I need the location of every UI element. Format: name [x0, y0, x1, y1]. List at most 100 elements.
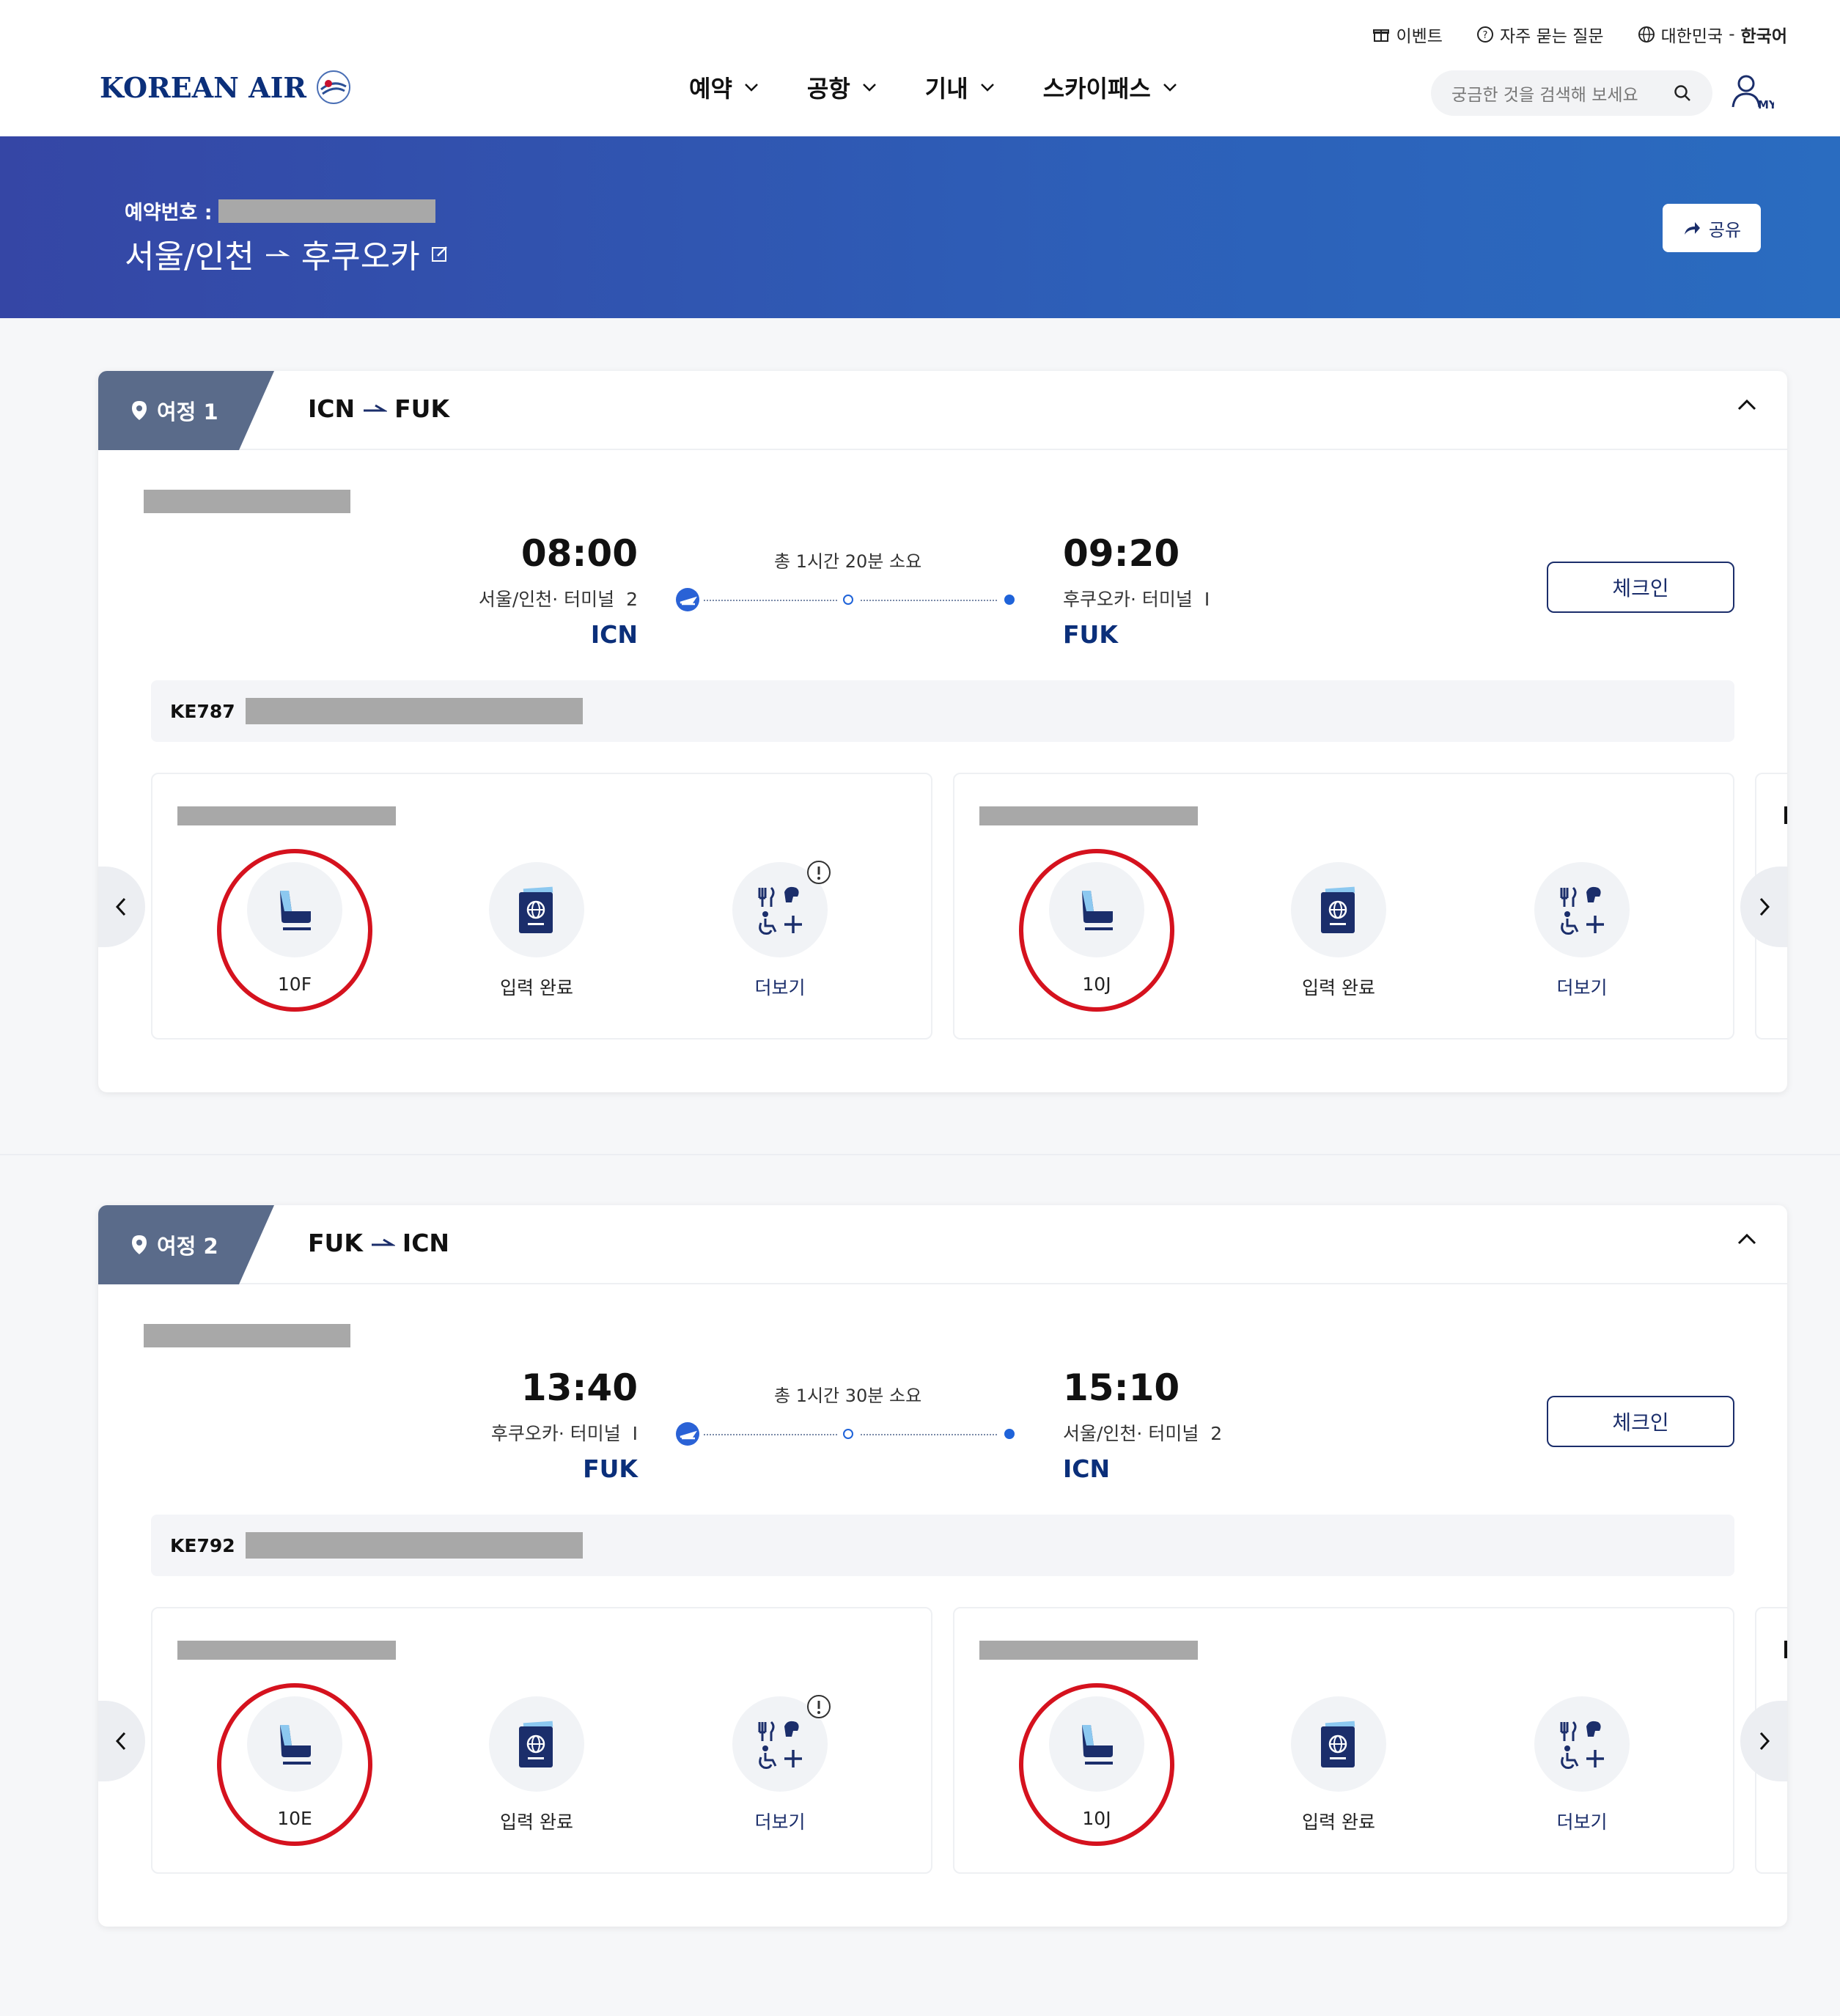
passport-icon	[519, 1721, 553, 1767]
passport-status: 입력 완료	[500, 1811, 573, 1833]
checkin-button[interactable]: 체크인	[1547, 562, 1734, 613]
passport-info[interactable]: 입력 완료	[463, 862, 610, 1000]
banner-origin: 서울/인천	[125, 238, 254, 276]
arrival-code: FUK	[1063, 620, 1118, 649]
reservation-number: 예약번호 :	[125, 196, 435, 225]
redacted-passenger-name	[979, 1641, 1198, 1660]
nav-skypass[interactable]: 스카이패스	[1043, 70, 1177, 104]
route-line	[704, 1434, 837, 1435]
user-icon: MY	[1732, 75, 1778, 111]
chevron-right-icon	[1759, 897, 1770, 916]
skyteam-emblem-icon	[316, 70, 350, 104]
more-label: 더보기	[1556, 977, 1608, 998]
passport-icon	[1321, 886, 1355, 933]
more-services[interactable]: 더보기	[707, 861, 853, 1000]
korean-air-logo[interactable]: KOREAN AIR	[100, 67, 353, 107]
search-placeholder: 궁금한 것을 검색해 보세요	[1451, 86, 1638, 105]
route-origin: ICN	[308, 394, 356, 423]
events-label: 이벤트	[1396, 27, 1443, 46]
more-icon-circle	[732, 1695, 831, 1792]
seat-selection[interactable]: 10F	[217, 849, 372, 1012]
language-selector[interactable]: 대한민국 - 한국어	[1638, 22, 1787, 47]
nav-booking[interactable]: 예약	[689, 70, 759, 104]
highlight-circle	[1019, 849, 1174, 1012]
region-label: 대한민국	[1660, 27, 1723, 46]
highlight-circle	[217, 849, 372, 1012]
passport-icon-circle	[489, 1696, 584, 1792]
faq-label: 자주 묻는 질문	[1499, 27, 1604, 46]
checkin-label: 체크인	[1612, 1410, 1669, 1435]
departure-place: 서울/인천· 터미널 2	[479, 585, 638, 611]
language-label: 한국어	[1740, 27, 1787, 46]
carousel-prev-button[interactable]	[98, 867, 145, 947]
passport-info[interactable]: 입력 완료	[463, 1696, 610, 1834]
chevron-up-icon[interactable]	[1736, 397, 1758, 412]
route-midpoint	[843, 595, 853, 605]
chevron-left-icon	[115, 1732, 126, 1751]
redacted-flight-info	[245, 698, 583, 724]
redacted-passenger-name	[177, 806, 396, 825]
seat-selection[interactable]: 10J	[1019, 849, 1174, 1012]
itinerary-card: 여정 2 FUK ICN 13:40 후쿠오카· 터미널 I FUK 총 1시간…	[98, 1205, 1787, 1927]
search-input[interactable]: 궁금한 것을 검색해 보세요	[1431, 70, 1712, 116]
search-icon[interactable]	[1673, 84, 1692, 103]
passport-status: 입력 완료	[1302, 977, 1375, 998]
itinerary-header[interactable]: 여정 1 ICN FUK	[98, 371, 1787, 450]
more-services[interactable]: 더보기	[1509, 1696, 1655, 1834]
alert-icon	[807, 861, 831, 884]
carousel-prev-button[interactable]	[98, 1701, 145, 1781]
seat-selection[interactable]: 10J	[1019, 1683, 1174, 1846]
arrival-place: 서울/인천· 터미널 2	[1063, 1419, 1222, 1446]
chevron-down-icon	[862, 84, 876, 92]
carousel-next-button[interactable]	[1740, 867, 1787, 947]
nav-airport[interactable]: 공항	[807, 70, 877, 104]
chevron-up-icon[interactable]	[1736, 1232, 1758, 1246]
arrival-place-name: 서울/인천· 터미널	[1063, 1423, 1199, 1444]
more-label: 더보기	[1556, 1811, 1608, 1833]
share-button[interactable]: 공유	[1663, 204, 1761, 252]
more-icon-circle	[1534, 1696, 1630, 1792]
my-label: MY	[1758, 98, 1774, 111]
main-nav: 예약 공항 기내 스카이패스	[689, 70, 1177, 104]
meal-assistance-extras-icon	[1560, 886, 1604, 935]
globe-icon	[1638, 26, 1655, 43]
share-label: 공유	[1708, 219, 1742, 240]
departure-code: FUK	[583, 1454, 638, 1483]
passenger-card: 10F 입력 완료 더보기	[151, 773, 932, 1040]
itinerary-header[interactable]: 여정 2 FUK ICN	[98, 1205, 1787, 1284]
passport-icon-circle	[1291, 862, 1386, 957]
redacted-passenger-name	[979, 806, 1198, 825]
faq-link[interactable]: ? 자주 묻는 질문	[1476, 22, 1604, 47]
more-label: 더보기	[754, 1811, 806, 1833]
passport-icon-circle	[1291, 1696, 1386, 1792]
flight-duration: 총 1시간 30분 소요	[774, 1386, 922, 1406]
arrival-terminal: I	[1204, 589, 1210, 610]
nav-booking-label: 예약	[689, 75, 732, 103]
nav-inflight-label: 기내	[924, 75, 968, 103]
departure-place-name: 후쿠오카· 터미널	[490, 1423, 621, 1444]
edit-icon[interactable]	[430, 244, 449, 263]
itinerary-tab: 여정 1	[98, 371, 274, 450]
checkin-button[interactable]: 체크인	[1547, 1396, 1734, 1447]
arrival-place: 후쿠오카· 터미널 I	[1063, 585, 1210, 611]
more-services[interactable]: 더보기	[1509, 862, 1655, 1000]
carousel-next-button[interactable]	[1740, 1701, 1787, 1781]
more-icon-circle	[1534, 862, 1630, 957]
passport-info[interactable]: 입력 완료	[1265, 862, 1412, 1000]
itinerary-tab-label: 여정 1	[157, 400, 218, 424]
more-services[interactable]: 더보기	[707, 1695, 853, 1834]
events-link[interactable]: 이벤트	[1372, 22, 1443, 47]
arrival-time: 15:10	[1063, 1366, 1180, 1409]
passport-icon	[1321, 1721, 1355, 1767]
passenger-card: 10J 입력 완료 더보기	[953, 1607, 1734, 1874]
nav-inflight[interactable]: 기내	[925, 70, 995, 104]
banner-destination: 후쿠오카	[301, 238, 420, 276]
location-pin-icon	[132, 1235, 147, 1254]
my-account-button[interactable]: MY	[1730, 73, 1778, 114]
chevron-down-icon	[745, 84, 758, 92]
seat-selection[interactable]: 10E	[217, 1683, 372, 1846]
checkin-label: 체크인	[1612, 576, 1669, 600]
chevron-down-icon	[1163, 84, 1177, 92]
itinerary-tab: 여정 2	[98, 1205, 274, 1284]
passport-info[interactable]: 입력 완료	[1265, 1696, 1412, 1834]
